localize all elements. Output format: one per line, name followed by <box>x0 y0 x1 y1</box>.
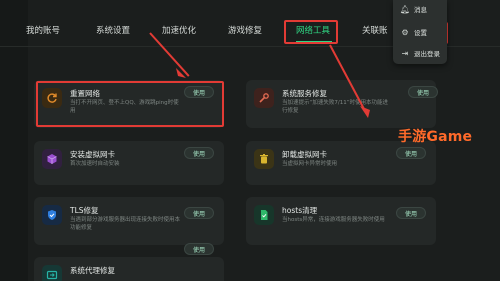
card-hosts-cleanup: hosts清理 当hosts异常，连接游戏服务器失败时使用 使用 <box>246 197 436 245</box>
arrowhead-left <box>176 68 186 78</box>
menu-item-label: 消息 <box>414 6 427 14</box>
tab-my-account[interactable]: 我的账号 <box>26 24 60 38</box>
tab-system-settings[interactable]: 系统设置 <box>96 24 130 38</box>
menu-item-label: 设置 <box>414 29 427 37</box>
gear-icon: ⚙ <box>401 27 409 37</box>
card-description: 当加速提示“加速失败7/11”时使用本功能进行修复 <box>282 100 389 114</box>
card-title: hosts清理 <box>282 206 318 215</box>
highlight-network-tools-tab <box>284 20 338 44</box>
use-button[interactable]: 使用 <box>184 207 214 219</box>
menu-item-messages[interactable]: 🔔︎ 消息 <box>399 4 427 15</box>
card-title: TLS修复 <box>70 206 99 215</box>
bell-icon: 🔔︎ <box>399 4 411 14</box>
card-title: 卸载虚拟网卡 <box>282 150 327 159</box>
card-title: 系统服务修复 <box>282 89 327 98</box>
menu-item-settings[interactable]: ⚙ 设置 <box>401 27 427 38</box>
watermark: 手游Game <box>398 129 473 145</box>
card-tls-repair: TLS修复 当遇到部分游戏服务器出现连接失败时使用本功能修复 使用 <box>34 197 224 245</box>
proxy-icon <box>42 265 62 281</box>
use-button[interactable]: 使用 <box>408 86 438 98</box>
card-system-service-repair: 系统服务修复 当加速提示“加速失败7/11”时使用本功能进行修复 使用 <box>246 80 438 128</box>
card-title: 安装虚拟网卡 <box>70 150 115 159</box>
cube-icon <box>42 149 62 169</box>
tab-linked-account[interactable]: 关联账 <box>362 24 388 38</box>
use-button[interactable]: 使用 <box>396 147 426 159</box>
card-title: 系统代理修复 <box>70 266 115 275</box>
use-button[interactable]: 使用 <box>184 243 214 255</box>
logout-icon: ⇥ <box>401 48 409 58</box>
card-description: 首次加速时自动安装 <box>70 161 120 167</box>
card-description: 当遇到部分游戏服务器出现连接失败时使用本功能修复 <box>70 217 181 231</box>
wrench-icon <box>254 88 274 108</box>
file-icon <box>254 205 274 225</box>
use-button[interactable]: 使用 <box>184 147 214 159</box>
tab-acceleration[interactable]: 加速优化 <box>162 24 196 38</box>
tab-game-repair[interactable]: 游戏修复 <box>228 24 262 38</box>
card-description: 当hosts异常，连接游戏服务器失败时使用 <box>282 217 385 223</box>
card-description: 当虚拟网卡异常时使用 <box>282 161 338 167</box>
card-uninstall-virtual-nic: 卸载虚拟网卡 当虚拟网卡异常时使用 使用 <box>246 141 436 185</box>
left-edge <box>0 0 28 281</box>
menu-item-logout[interactable]: ⇥ 退出登录 <box>401 48 440 59</box>
shield-icon <box>42 205 62 225</box>
user-dropdown-menu: 🔔︎ 消息 ⚙ 设置 ⇥ 退出登录 <box>393 0 447 64</box>
card-system-proxy-repair: 系统代理修复 使用 <box>34 243 224 281</box>
arrowhead-right <box>360 106 370 118</box>
highlight-reset-network-card <box>36 81 224 127</box>
card-install-virtual-nic: 安装虚拟网卡 首次加速时自动安装 使用 <box>34 141 224 185</box>
use-button[interactable]: 使用 <box>396 207 426 219</box>
trash-icon <box>254 149 274 169</box>
menu-item-label: 退出登录 <box>414 50 440 58</box>
